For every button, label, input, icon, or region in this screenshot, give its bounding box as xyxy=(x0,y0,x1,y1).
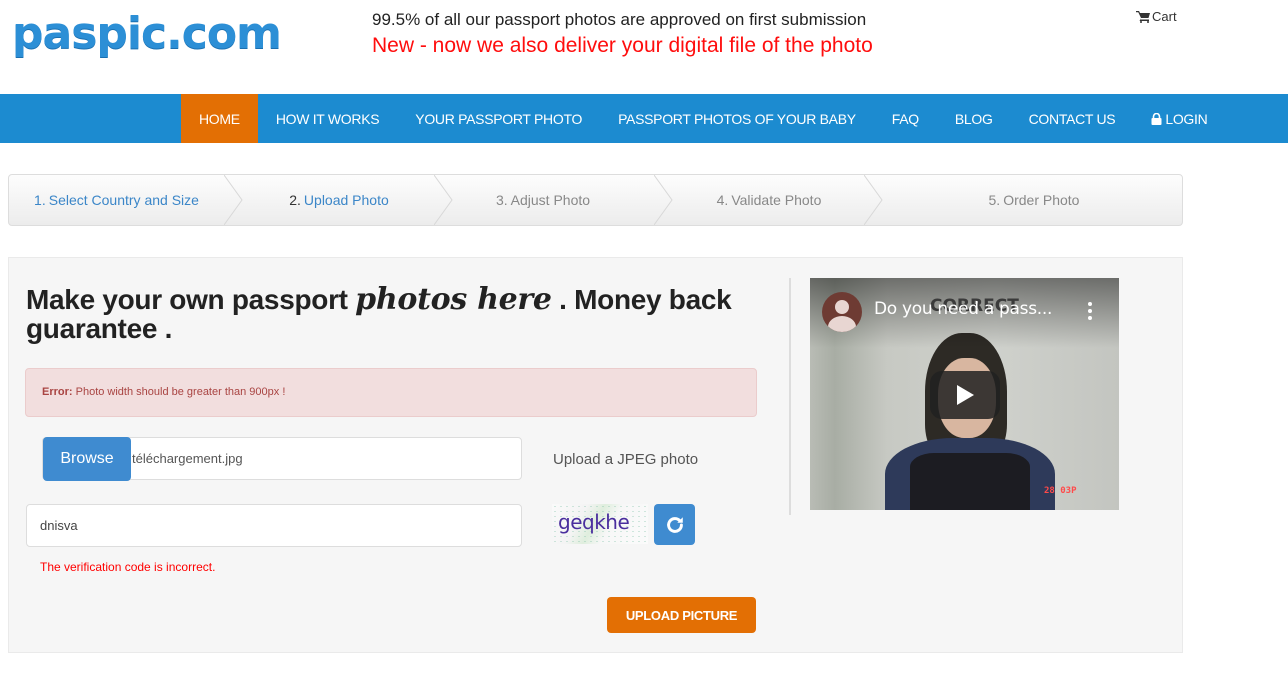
step-label: Validate Photo xyxy=(731,192,822,208)
progress-wizard: 1. Select Country and Size 2. Upload Photo… xyxy=(8,174,1183,226)
error-alert: Error: Photo width should be greater tha… xyxy=(25,368,757,417)
nav-label: LOGIN xyxy=(1165,110,1208,127)
nav-label: HOME xyxy=(199,110,240,127)
step-number: 1. xyxy=(34,192,46,208)
nav-login[interactable]: LOGIN xyxy=(1133,94,1225,143)
nav-label: YOUR PASSPORT PHOTO xyxy=(415,110,583,127)
alert-message: Photo width should be greater than 900px… xyxy=(72,386,286,398)
nav-label: PASSPORT PHOTOS OF YOUR BABY xyxy=(618,110,856,127)
nav-label: CONTACT US xyxy=(1028,110,1116,127)
step-number: 5. xyxy=(988,192,1001,208)
wizard-step-validate-photo[interactable]: 4. Validate Photo xyxy=(674,175,864,225)
more-vert-icon[interactable] xyxy=(1086,300,1094,324)
step-separator xyxy=(654,175,673,225)
step-number: 2. xyxy=(289,192,301,208)
shopping-cart-icon xyxy=(1136,10,1150,23)
nav-baby-photos[interactable]: PASSPORT PHOTOS OF YOUR BABY xyxy=(600,94,874,143)
play-button[interactable] xyxy=(930,371,1000,419)
main-nav: HOME HOW IT WORKS YOUR PASSPORT PHOTO PA… xyxy=(0,94,1288,143)
nav-how-it-works[interactable]: HOW IT WORKS xyxy=(258,94,397,143)
wizard-step-select-country[interactable]: 1. Select Country and Size xyxy=(9,175,224,225)
video-title[interactable]: Do you need a pass... xyxy=(874,299,1052,319)
wizard-step-adjust-photo[interactable]: 3. Adjust Photo xyxy=(454,175,632,225)
captcha-error: The verification code is incorrect. xyxy=(40,560,216,574)
step-number: 3. xyxy=(495,192,508,208)
selected-filename: téléchargement.jpg xyxy=(132,451,243,466)
step-label: Select Country and Size xyxy=(48,192,199,208)
nav-blog[interactable]: BLOG xyxy=(937,94,1011,143)
cart-label: Cart xyxy=(1152,9,1177,24)
captcha-input[interactable] xyxy=(26,504,522,547)
browse-button[interactable]: Browse xyxy=(43,437,131,481)
upload-picture-button[interactable]: UPLOAD PICTURE xyxy=(607,597,756,633)
step-label: Adjust Photo xyxy=(510,192,591,208)
step-label: Upload Photo xyxy=(303,192,389,208)
step-separator xyxy=(224,175,243,225)
play-icon xyxy=(957,385,974,405)
wizard-step-order-photo[interactable]: 5. Order Photo xyxy=(884,175,1182,225)
announcement: New - now we also deliver your digital f… xyxy=(372,34,873,57)
cart-link[interactable]: Cart xyxy=(1136,9,1177,24)
captcha-refresh-button[interactable] xyxy=(654,504,695,545)
video-player[interactable]: CORRECT Do you need a pass... 28 03P xyxy=(810,278,1119,510)
step-separator xyxy=(864,175,883,225)
wizard-step-upload-photo[interactable]: 2. Upload Photo xyxy=(244,175,434,225)
lock-icon xyxy=(1151,112,1162,125)
video-timestamp-overlay: 28 03P xyxy=(1044,486,1077,496)
nav-label: BLOG xyxy=(954,110,993,127)
refresh-icon xyxy=(666,516,683,533)
step-separator xyxy=(434,175,453,225)
captcha-image: geqkhe xyxy=(552,504,648,544)
step-label: Order Photo xyxy=(1003,192,1080,208)
nav-label: FAQ xyxy=(891,110,919,127)
tagline: 99.5% of all our passport photos are app… xyxy=(372,10,867,29)
column-divider xyxy=(789,278,791,515)
nav-contact-us[interactable]: CONTACT US xyxy=(1011,94,1134,143)
channel-avatar-icon[interactable] xyxy=(822,292,862,332)
page-title: Make your own passport photos here . Mon… xyxy=(26,282,766,344)
nav-faq[interactable]: FAQ xyxy=(874,94,937,143)
upload-hint: Upload a JPEG photo xyxy=(553,451,699,468)
headline-script-text: photos here xyxy=(355,282,552,317)
nav-label: HOW IT WORKS xyxy=(275,110,380,127)
upload-panel: Make your own passport photos here . Mon… xyxy=(8,257,1183,653)
video-thumbnail-vest xyxy=(910,453,1030,510)
headline-text: Make your own passport xyxy=(26,284,356,315)
step-number: 4. xyxy=(716,192,729,208)
nav-your-passport-photo[interactable]: YOUR PASSPORT PHOTO xyxy=(397,94,600,143)
alert-label: Error: xyxy=(42,386,73,398)
captcha-text: geqkhe xyxy=(558,510,630,534)
nav-home[interactable]: HOME xyxy=(181,94,258,143)
site-logo[interactable]: paspic.com xyxy=(12,8,282,59)
file-upload-field[interactable]: Browse téléchargement.jpg xyxy=(42,437,522,481)
